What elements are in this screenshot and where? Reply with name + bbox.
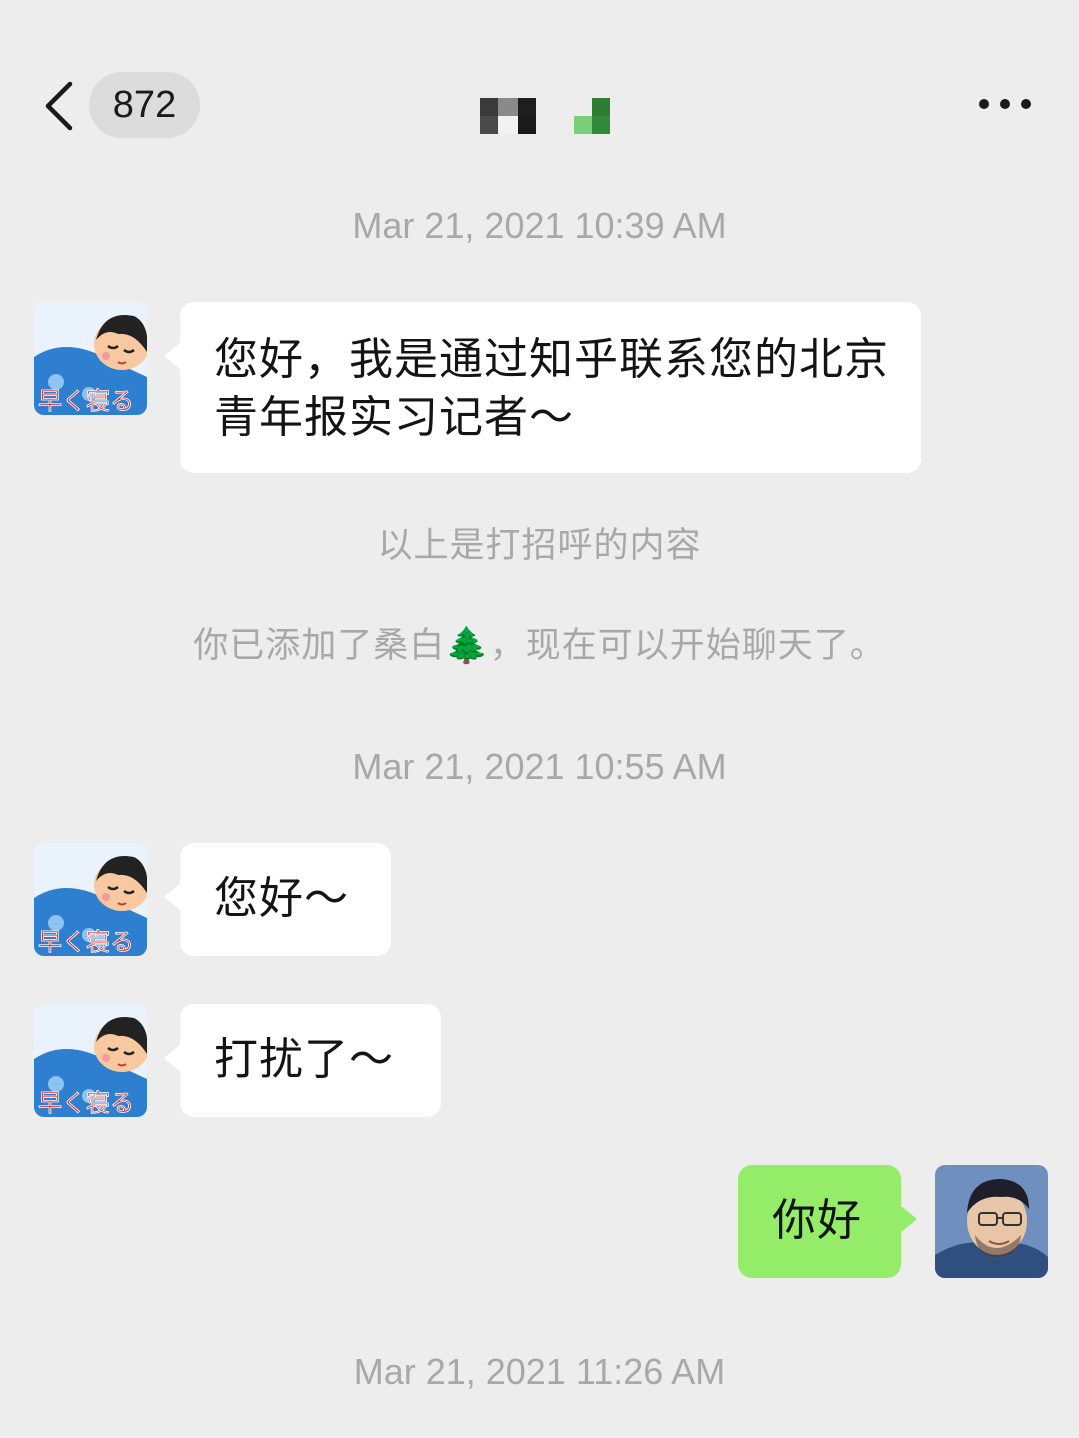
user-portrait-icon bbox=[935, 1165, 1048, 1278]
sleeping-cartoon-icon: 早く寝る bbox=[34, 302, 147, 415]
timestamp: Mar 21, 2021 10:55 AM bbox=[352, 746, 727, 787]
incoming-message[interactable]: 您好～ bbox=[164, 843, 391, 956]
timestamp: Mar 21, 2021 11:26 AM bbox=[353, 1351, 726, 1392]
unread-count-badge[interactable]: 872 bbox=[89, 72, 200, 138]
my-avatar[interactable] bbox=[935, 1165, 1048, 1278]
contact-avatar[interactable]: 早く寝る bbox=[34, 1004, 147, 1117]
outgoing-message[interactable]: 你好 bbox=[738, 1165, 917, 1278]
incoming-message[interactable]: 您好，我是通过知乎联系您的北京青年报实习记者～ bbox=[164, 302, 921, 473]
timestamp: Mar 21, 2021 10:39 AM bbox=[352, 205, 727, 246]
chevron-left-icon[interactable] bbox=[38, 78, 82, 134]
contact-avatar[interactable]: 早く寝る bbox=[34, 302, 147, 415]
contact-avatar[interactable]: 早く寝る bbox=[34, 843, 147, 956]
sleeping-cartoon-icon: 早く寝る bbox=[34, 843, 147, 956]
chat-header: 872 bbox=[0, 0, 1079, 190]
sleeping-cartoon-icon: 早く寝る bbox=[34, 1004, 147, 1117]
greeting-notice: 以上是打招呼的内容 bbox=[377, 526, 702, 566]
avatar-caption: 早く寝る bbox=[38, 1089, 134, 1117]
more-dots-icon[interactable] bbox=[976, 90, 1034, 118]
incoming-message[interactable]: 打扰了～ bbox=[164, 1004, 441, 1117]
contact-name-redacted bbox=[480, 98, 610, 134]
avatar-caption: 早く寝る bbox=[38, 928, 134, 956]
avatar-caption: 早く寝る bbox=[38, 387, 134, 415]
friend-added-notice: 你已添加了桑白🌲，现在可以开始聊天了。 bbox=[193, 626, 886, 666]
